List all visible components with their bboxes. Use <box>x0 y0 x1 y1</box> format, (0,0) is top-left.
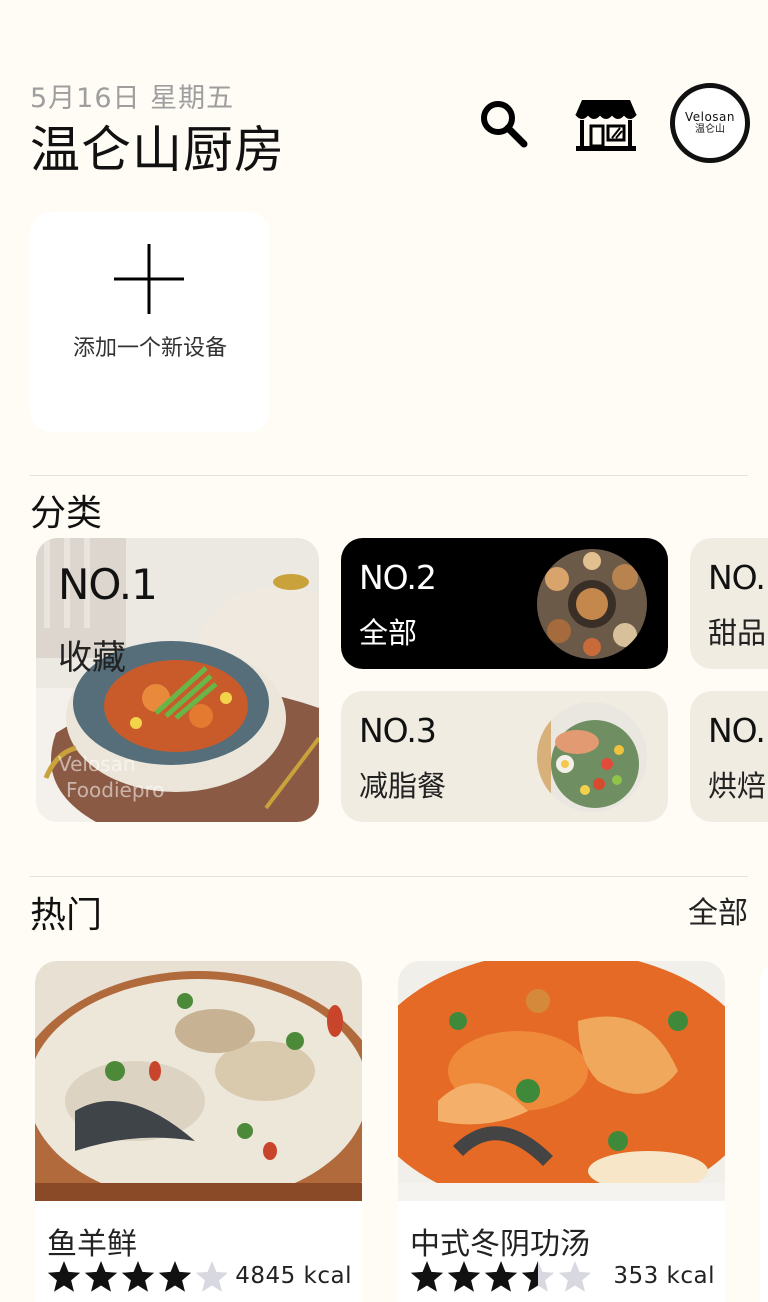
category-name: 收藏 <box>58 638 126 678</box>
avatar-brand-cn: 温仑山 <box>695 124 725 135</box>
recipe-card[interactable]: 鱼羊鲜 4845 kcal <box>35 961 362 1302</box>
hot-title: 热门 <box>30 895 103 936</box>
category-number: NO.1 <box>58 560 158 609</box>
star-empty-icon <box>558 1261 590 1292</box>
star-empty-icon <box>195 1261 227 1292</box>
category-name: 减脂餐 <box>359 769 447 803</box>
star-filled-icon <box>84 1261 118 1292</box>
star-filled-icon <box>447 1261 481 1292</box>
divider <box>30 876 748 877</box>
add-device-card[interactable] <box>30 212 270 432</box>
recipe-card[interactable]: 中式冬阴功汤 353 kcal <box>398 961 725 1302</box>
see-all-link[interactable]: 全部 <box>688 888 748 932</box>
fish-lamb-soup-image <box>35 961 362 1201</box>
watermark-text: Velosan <box>58 752 136 776</box>
category-name: 甜品 <box>708 616 767 650</box>
category-name: 烘焙 <box>708 769 767 803</box>
star-filled-icon <box>158 1261 192 1292</box>
category-card-dessert[interactable]: NO. 甜品 <box>690 538 768 669</box>
category-card-diet[interactable]: NO.3 减脂餐 <box>341 691 668 822</box>
category-number: NO. <box>708 711 766 750</box>
hotpot-thumbnail <box>537 549 647 659</box>
store-icon[interactable] <box>574 96 638 154</box>
category-name: 全部 <box>359 616 418 650</box>
rating-stars <box>47 1261 227 1292</box>
category-number: NO.3 <box>359 711 437 750</box>
star-filled-icon <box>484 1261 518 1292</box>
recipe-card-partial[interactable] <box>760 961 768 1302</box>
recipe-name: 鱼羊鲜 <box>47 1227 137 1262</box>
star-filled-icon <box>410 1261 444 1292</box>
tom-yum-soup-image <box>398 961 725 1201</box>
category-card-all[interactable]: NO.2 全部 <box>341 538 668 669</box>
star-filled-icon <box>47 1261 81 1292</box>
recipe-kcal: 4845 kcal <box>235 1263 352 1289</box>
watermark-text: Foodiepro <box>66 778 165 802</box>
recipe-kcal: 353 kcal <box>613 1263 715 1289</box>
plus-icon <box>114 244 184 314</box>
recipe-image-partial <box>760 961 768 1201</box>
avatar[interactable]: Velosan 温仑山 <box>670 83 750 163</box>
page-title: 温仑山厨房 <box>30 121 285 179</box>
category-number: NO. <box>708 558 766 597</box>
salad-thumbnail <box>537 702 647 812</box>
home-screen: 5月16日 星期五 温仑山厨房 Velosan 温仑山 添加一个新设备 分类 N… <box>0 0 768 1302</box>
category-number: NO.2 <box>359 558 437 597</box>
add-device-label: 添加一个新设备 <box>72 336 227 361</box>
category-card-baking[interactable]: NO. 烘焙 <box>690 691 768 822</box>
category-card-favorites[interactable]: NO.1 收藏 Velosan Foodiepro <box>36 538 319 822</box>
recipe-name: 中式冬阴功汤 <box>410 1227 590 1262</box>
divider <box>30 475 748 476</box>
star-filled-icon <box>121 1261 155 1292</box>
avatar-brand: Velosan <box>684 110 736 124</box>
categories-title: 分类 <box>30 493 103 534</box>
rating-stars <box>410 1261 590 1292</box>
search-icon[interactable] <box>478 98 530 150</box>
